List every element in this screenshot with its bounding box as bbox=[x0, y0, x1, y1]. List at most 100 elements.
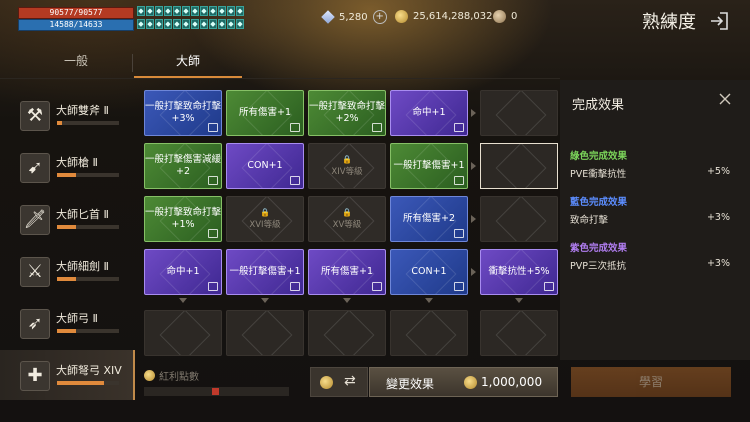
empty-slot[interactable] bbox=[308, 310, 386, 356]
buff-icon[interactable]: ◆ bbox=[236, 18, 244, 29]
effect-card[interactable]: 一般打擊致命打擊 +2% bbox=[308, 90, 386, 136]
effect-card[interactable]: 一般打擊傷害減緩 +2 bbox=[144, 143, 222, 189]
effect-card[interactable]: 一般打擊致命打擊 +1% bbox=[144, 196, 222, 242]
effect-card[interactable]: 一般打擊傷害+1 bbox=[226, 249, 304, 295]
effect-card[interactable]: 命中+1 bbox=[390, 90, 468, 136]
locked-slot[interactable]: 🔒 XIV等級 bbox=[308, 143, 386, 189]
effect-card[interactable]: 命中+1 bbox=[144, 249, 222, 295]
weapon-item[interactable]: ⚔ 大師細劍 Ⅱ bbox=[0, 246, 133, 296]
lock-icon bbox=[454, 176, 464, 185]
effect-value: +3% bbox=[706, 258, 730, 269]
gold-coin-icon bbox=[395, 10, 408, 23]
arrow-down-icon bbox=[425, 298, 433, 303]
swap-icon: ⇄ bbox=[344, 373, 356, 389]
card-label: CON+1 bbox=[411, 266, 447, 277]
swap-currency-button[interactable]: ⇄ bbox=[310, 367, 368, 397]
lock-icon bbox=[290, 176, 300, 185]
weapon-progress-bar bbox=[57, 225, 119, 229]
buff-icon[interactable]: ◆ bbox=[146, 6, 154, 16]
effect-card[interactable]: CON+1 bbox=[226, 143, 304, 189]
arrow-down-icon bbox=[515, 298, 523, 303]
close-panel-button[interactable] bbox=[718, 92, 732, 106]
buff-icon[interactable]: ◆ bbox=[173, 6, 181, 16]
tab-general[interactable]: 一般 bbox=[28, 48, 124, 76]
weapon-item[interactable]: ✚ 大師弩弓 XIV bbox=[0, 350, 135, 400]
buff-icon[interactable]: ◆ bbox=[182, 18, 190, 29]
buff-icon[interactable]: ◆ bbox=[164, 18, 172, 29]
weapon-progress-bar bbox=[57, 121, 119, 125]
buff-icon[interactable]: ◆ bbox=[218, 6, 226, 16]
buff-icon[interactable]: ◆ bbox=[227, 6, 235, 16]
weapon-item[interactable]: ➹ 大師槍 Ⅱ bbox=[0, 142, 133, 192]
card-label: 衝擊抗性+5% bbox=[488, 266, 550, 277]
buff-icon[interactable]: ◆ bbox=[137, 6, 145, 16]
gold-coin-icon bbox=[464, 376, 477, 389]
card-pattern bbox=[241, 311, 293, 355]
bonus-coin-icon bbox=[144, 370, 155, 381]
bonus-label: 紅利點數 bbox=[159, 372, 199, 383]
buff-icon[interactable]: ◆ bbox=[236, 6, 244, 16]
effect-row: PVP三次抵抗 +3% bbox=[570, 258, 740, 272]
effect-stat: PVP三次抵抗 bbox=[570, 261, 626, 272]
diamond-icon bbox=[321, 10, 335, 24]
diamond-currency: 5,280 + bbox=[321, 10, 387, 24]
buff-icon[interactable]: ◆ bbox=[164, 6, 172, 16]
effect-card[interactable]: 所有傷害+1 bbox=[226, 90, 304, 136]
empty-slot[interactable] bbox=[390, 310, 468, 356]
tab-divider bbox=[132, 54, 133, 72]
change-effect-cost: 1,000,000 bbox=[481, 375, 543, 389]
empty-slot[interactable] bbox=[226, 310, 304, 356]
buff-icon[interactable]: ◆ bbox=[218, 18, 226, 29]
weapon-item[interactable]: ⚒ 大師雙斧 Ⅱ bbox=[0, 90, 133, 140]
buff-icon[interactable]: ◆ bbox=[209, 6, 217, 16]
card-label: 一般打擊致命打擊 +2% bbox=[309, 101, 386, 124]
buff-icon[interactable]: ◆ bbox=[155, 6, 163, 16]
buff-icon[interactable]: ◆ bbox=[191, 18, 199, 29]
mp-bar: 14588/14633 bbox=[18, 19, 134, 31]
arrow-right-icon bbox=[471, 162, 476, 170]
card-pattern bbox=[405, 311, 457, 355]
locked-slot[interactable]: 🔒 XV等級 bbox=[308, 196, 386, 242]
buff-icon[interactable]: ◆ bbox=[191, 6, 199, 16]
lock-icon bbox=[372, 282, 382, 291]
card-label: 所有傷害+1 bbox=[320, 266, 373, 277]
buff-icon[interactable]: ◆ bbox=[173, 18, 181, 29]
tab-master[interactable]: 大師 bbox=[134, 48, 242, 78]
lock-icon bbox=[454, 229, 464, 238]
crossbow-icon: ✚ bbox=[20, 361, 50, 391]
card-pattern bbox=[495, 197, 547, 241]
points-count: 0 bbox=[511, 11, 518, 22]
buff-icon[interactable]: ◆ bbox=[182, 6, 190, 16]
effect-card[interactable]: 衝擊抗性+5% bbox=[480, 249, 558, 295]
page-title: 熟練度 bbox=[642, 12, 696, 33]
axe-icon: ⚒ bbox=[20, 101, 50, 131]
buff-icon[interactable]: ◆ bbox=[155, 18, 163, 29]
empty-slot[interactable] bbox=[480, 90, 558, 136]
effect-card[interactable]: 所有傷害+2 bbox=[390, 196, 468, 242]
locked-slot[interactable]: 🔒 XVI等級 bbox=[226, 196, 304, 242]
card-pattern bbox=[159, 311, 211, 355]
learn-button[interactable]: 學習 bbox=[571, 367, 731, 397]
weapon-item[interactable]: 🗡 大師匕首 Ⅱ bbox=[0, 194, 133, 244]
buff-icon[interactable]: ◆ bbox=[137, 18, 145, 29]
buff-icon[interactable]: ◆ bbox=[200, 6, 208, 16]
buff-icon[interactable]: ◆ bbox=[200, 18, 208, 29]
empty-slot[interactable] bbox=[480, 310, 558, 356]
bonus-points: 紅利點數 bbox=[144, 368, 199, 383]
buff-icon[interactable]: ◆ bbox=[227, 18, 235, 29]
effect-card[interactable]: 所有傷害+1 bbox=[308, 249, 386, 295]
empty-slot[interactable] bbox=[480, 196, 558, 242]
weapon-item[interactable]: ➶ 大師弓 Ⅱ bbox=[0, 298, 133, 348]
effect-card[interactable]: 一般打擊致命打擊 +3% bbox=[144, 90, 222, 136]
weapon-progress-fill bbox=[57, 173, 76, 177]
empty-slot[interactable] bbox=[144, 310, 222, 356]
buff-icon[interactable]: ◆ bbox=[146, 18, 154, 29]
effect-card[interactable]: 一般打擊傷害+1 bbox=[390, 143, 468, 189]
lock-icon bbox=[454, 282, 464, 291]
effect-card[interactable]: CON+1 bbox=[390, 249, 468, 295]
weapon-name: 大師匕首 Ⅱ bbox=[56, 208, 109, 221]
change-effect-button[interactable]: 變更效果 1,000,000 bbox=[369, 367, 558, 397]
add-diamond-button[interactable]: + bbox=[372, 10, 387, 24]
exit-button[interactable] bbox=[708, 10, 728, 30]
buff-icon[interactable]: ◆ bbox=[209, 18, 217, 29]
